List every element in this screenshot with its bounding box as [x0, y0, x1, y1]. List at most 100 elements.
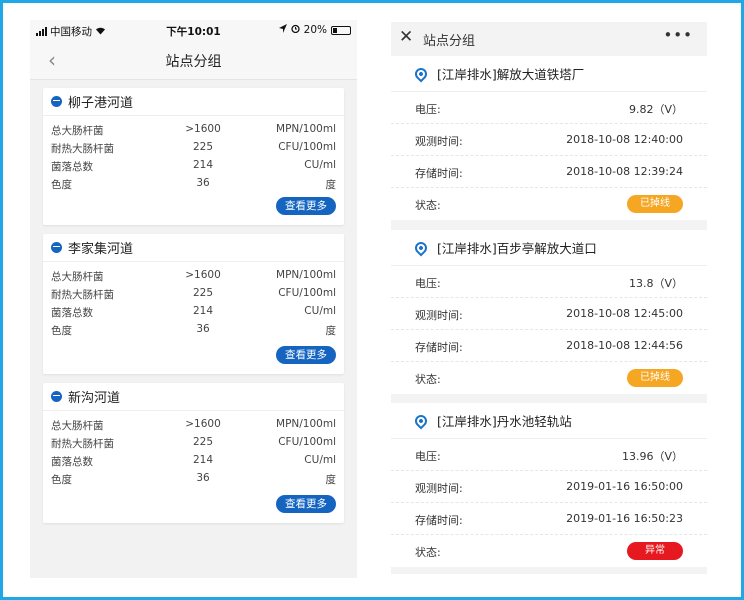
metric-value: 214	[192, 305, 214, 317]
card-header: 柳子港河道	[43, 88, 344, 116]
river-card: 李家集河道 总大肠杆菌 >1600 MPN/100ml 耐热大肠杆菌 225 C…	[43, 234, 344, 374]
card-title: 柳子港河道	[68, 96, 134, 111]
metric-row: 菌落总数 214 CU/ml	[43, 451, 344, 469]
view-more-button[interactable]: 查看更多	[276, 346, 336, 364]
row-label: 存储时间:	[415, 341, 463, 354]
station-row: 电压: 13.96（V）	[391, 439, 707, 471]
view-more-button[interactable]: 查看更多	[276, 495, 336, 513]
station-title: [江岸排水]丹水池轻轨站	[437, 414, 572, 429]
metric-value: 225	[192, 287, 214, 299]
metric-row: 耐热大肠杆菌 225 CFU/100ml	[43, 433, 344, 451]
row-value: 2019-01-16 16:50:23	[566, 512, 683, 525]
metric-row: 耐热大肠杆菌 225 CFU/100ml	[43, 138, 344, 156]
metric-name: 菌落总数	[51, 456, 93, 468]
card-title: 李家集河道	[68, 242, 134, 257]
station-card[interactable]: [江岸排水]丹水池轻轨站 电压: 13.96（V） 观测时间: 2019-01-…	[391, 403, 707, 567]
location-pin-icon	[412, 412, 430, 429]
station-row: 观测时间: 2018-10-08 12:45:00	[391, 298, 707, 330]
row-value: 9.82（V）	[628, 103, 683, 116]
river-card: 柳子港河道 总大肠杆菌 >1600 MPN/100ml 耐热大肠杆菌 225 C…	[43, 88, 344, 225]
metric-name: 总大肠杆菌	[51, 271, 104, 283]
metric-value: 214	[192, 159, 214, 171]
river-card: 新沟河道 总大肠杆菌 >1600 MPN/100ml 耐热大肠杆菌 225 CF…	[43, 383, 344, 523]
view-more-button[interactable]: 查看更多	[276, 197, 336, 215]
station-title: [江岸排水]解放大道铁塔厂	[437, 67, 585, 82]
metric-value: 36	[196, 472, 210, 484]
station-row: 电压: 9.82（V）	[391, 92, 707, 124]
metric-value: 36	[196, 177, 210, 189]
status-badge: 已掉线	[627, 369, 683, 387]
row-label: 电压:	[415, 103, 441, 116]
metric-row: 色度 36 度	[43, 174, 344, 192]
station-row: 存储时间: 2018-10-08 12:44:56	[391, 330, 707, 362]
row-label: 存储时间:	[415, 167, 463, 180]
metric-name: 总大肠杆菌	[51, 125, 104, 137]
station-header: [江岸排水]解放大道铁塔厂	[391, 56, 707, 92]
station-header: [江岸排水]丹水池轻轨站	[391, 403, 707, 439]
card-header: 新沟河道	[43, 383, 344, 411]
metric-unit: MPN/100ml	[276, 418, 336, 430]
station-row: 观测时间: 2019-01-16 16:50:00	[391, 471, 707, 503]
metric-row: 菌落总数 214 CU/ml	[43, 156, 344, 174]
row-value: 2019-01-16 16:50:00	[566, 480, 683, 493]
station-title: [江岸排水]百步亭解放大道口	[437, 241, 597, 256]
metric-name: 菌落总数	[51, 161, 93, 173]
station-card[interactable]: [江岸排水]百步亭解放大道口 电压: 13.8（V） 观测时间: 2018-10…	[391, 230, 707, 394]
metric-name: 菌落总数	[51, 307, 93, 319]
metric-unit: CU/ml	[304, 454, 336, 466]
row-label: 电压:	[415, 450, 441, 463]
close-icon[interactable]: ✕	[399, 27, 413, 47]
row-label: 存储时间:	[415, 514, 463, 527]
row-label: 状态:	[415, 199, 441, 212]
nav-bar: ‹ 站点分组	[30, 40, 357, 80]
water-icon	[51, 242, 62, 253]
status-badge: 已掉线	[627, 195, 683, 213]
station-status-row: 状态: 异常	[391, 535, 707, 567]
metric-unit: CFU/100ml	[278, 436, 336, 448]
page-title: 站点分组	[423, 34, 476, 49]
metric-row: 色度 36 度	[43, 469, 344, 487]
more-options-icon[interactable]: •••	[663, 26, 693, 44]
station-row: 观测时间: 2018-10-08 12:40:00	[391, 124, 707, 156]
metric-value: 225	[192, 436, 214, 448]
alarm-icon	[291, 24, 300, 36]
battery-icon	[331, 25, 351, 35]
metric-row: 总大肠杆菌 >1600 MPN/100ml	[43, 266, 344, 284]
row-value: 2018-10-08 12:45:00	[566, 307, 683, 320]
row-label: 状态:	[415, 373, 441, 386]
station-status-row: 状态: 已掉线	[391, 188, 707, 220]
row-value: 2018-10-08 12:44:56	[566, 339, 683, 352]
status-bar: 中国移动 下午10:01 20%	[30, 20, 357, 40]
water-icon	[51, 391, 62, 402]
metric-row: 总大肠杆菌 >1600 MPN/100ml	[43, 415, 344, 433]
metric-unit: 度	[325, 179, 337, 191]
metric-unit: MPN/100ml	[276, 269, 336, 281]
metric-name: 色度	[51, 325, 72, 337]
location-pin-icon	[412, 65, 430, 82]
station-card[interactable]: [江岸排水]解放大道铁塔厂 电压: 9.82（V） 观测时间: 2018-10-…	[391, 56, 707, 220]
card-header: 李家集河道	[43, 234, 344, 262]
metric-name: 色度	[51, 179, 72, 191]
metric-name: 耐热大肠杆菌	[51, 289, 114, 301]
metric-row: 总大肠杆菌 >1600 MPN/100ml	[43, 120, 344, 138]
nav-bar: ✕ 站点分组 •••	[391, 22, 707, 56]
station-row: 电压: 13.8（V）	[391, 266, 707, 298]
metric-value: >1600	[185, 269, 221, 281]
metric-name: 色度	[51, 474, 72, 486]
row-value: 2018-10-08 12:40:00	[566, 133, 683, 146]
metric-value: 36	[196, 323, 210, 335]
metric-name: 耐热大肠杆菌	[51, 438, 114, 450]
row-value: 13.8（V）	[628, 277, 683, 290]
battery-percent: 20%	[303, 24, 327, 36]
station-status-row: 状态: 已掉线	[391, 362, 707, 394]
location-pin-icon	[412, 239, 430, 256]
metric-unit: CU/ml	[304, 159, 336, 171]
right-phone-screen: ✕ 站点分组 ••• [江岸排水]解放大道铁塔厂 电压: 9.82（V） 观测时…	[391, 22, 707, 574]
row-label: 观测时间:	[415, 309, 463, 322]
row-label: 观测时间:	[415, 482, 463, 495]
metric-unit: 度	[325, 474, 337, 486]
row-value: 2018-10-08 12:39:24	[566, 165, 683, 178]
metric-name: 总大肠杆菌	[51, 420, 104, 432]
water-icon	[51, 96, 62, 107]
metric-row: 耐热大肠杆菌 225 CFU/100ml	[43, 284, 344, 302]
